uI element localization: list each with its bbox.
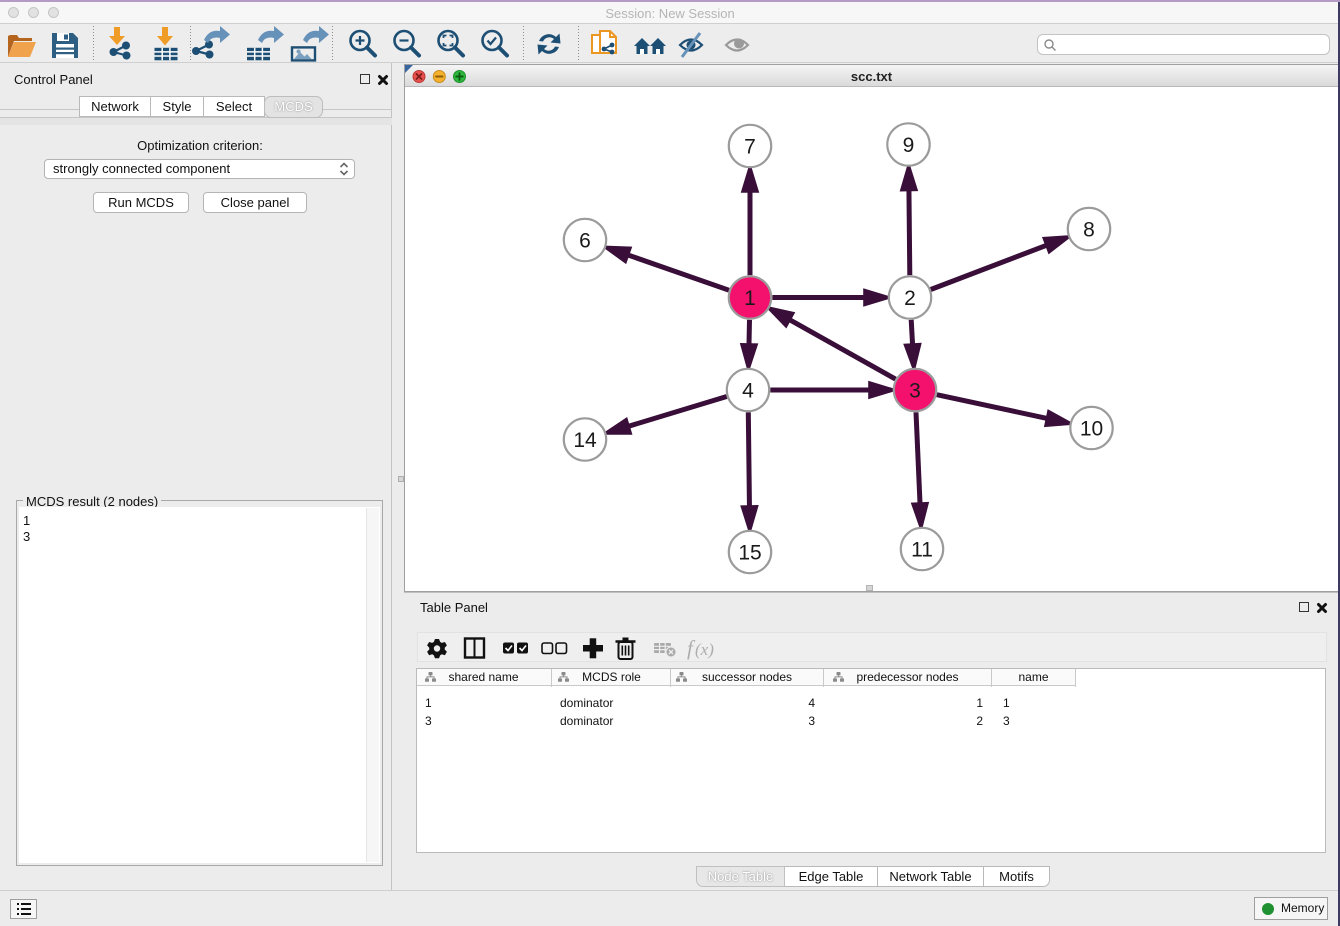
svg-text:7: 7: [744, 136, 756, 159]
svg-text:2: 2: [904, 287, 916, 310]
svg-text:4: 4: [742, 380, 754, 403]
svg-text:6: 6: [579, 230, 591, 253]
svg-text:11: 11: [911, 539, 933, 562]
svg-text:(x): (x): [695, 640, 714, 659]
svg-text:14: 14: [573, 429, 597, 452]
svg-text:10: 10: [1080, 418, 1103, 441]
svg-text:3: 3: [909, 380, 921, 403]
svg-text:9: 9: [903, 134, 915, 157]
svg-text:8: 8: [1083, 219, 1095, 242]
svg-text:1: 1: [744, 287, 756, 310]
svg-text:15: 15: [738, 542, 761, 565]
